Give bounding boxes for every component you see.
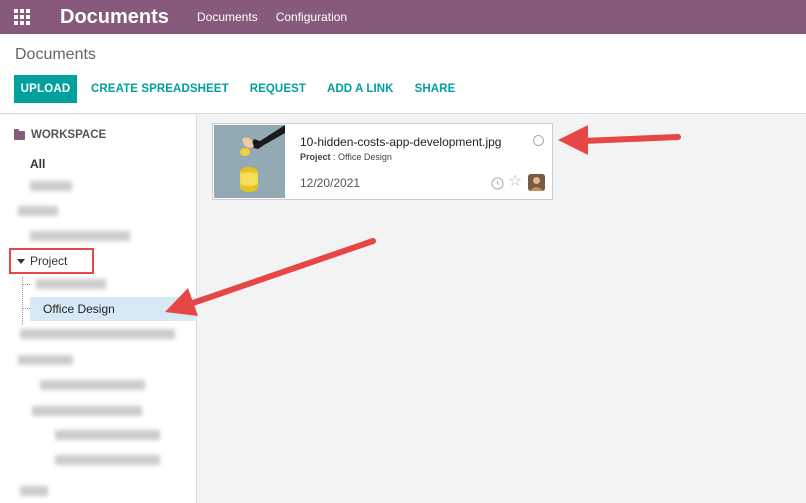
document-name[interactable]: 10-hidden-costs-app-development.jpg [300,135,501,149]
action-buttons: UPLOAD CREATE SPREADSHEET REQUEST ADD A … [14,75,464,103]
menu-documents[interactable]: Documents [197,10,258,24]
top-navbar: Documents Documents Configuration [0,0,806,34]
share-button[interactable]: SHARE [415,75,456,103]
sidebar-item-all[interactable]: All [30,157,45,171]
apps-menu-icon[interactable] [0,0,44,34]
blurred-item [20,486,48,496]
app-title: Documents [60,5,169,28]
arrow-to-radio [558,125,681,155]
blurred-item [30,181,72,191]
blurred-item [55,455,160,465]
project-label: Project [30,254,68,268]
top-menu: Documents Configuration [197,10,365,24]
folder-value: Office Design [338,152,392,162]
document-folder: Project : Office Design [300,152,392,162]
tree-line [22,308,30,309]
caret-down-icon [17,258,25,264]
document-thumbnail[interactable] [214,125,285,198]
workspace-header-label: WORKSPACE [31,129,107,141]
control-panel: Documents UPLOAD CREATE SPREADSHEET REQU… [0,34,806,114]
blurred-item [40,380,145,390]
workspace-sidebar: WORKSPACE All Project Office Design [0,115,197,503]
breadcrumb: Documents [15,46,96,63]
menu-configuration[interactable]: Configuration [276,10,347,24]
tree-line [22,284,30,285]
blurred-item [18,355,73,365]
workspace-header: WORKSPACE [14,128,107,141]
create-spreadsheet-button[interactable]: CREATE SPREADSHEET [91,75,229,103]
blurred-item [30,231,130,241]
folder-icon [14,128,25,140]
sidebar-item-office-design[interactable]: Office Design [30,297,197,321]
blurred-item [20,329,175,339]
blurred-item [36,279,106,289]
blurred-item [32,406,142,416]
request-button[interactable]: REQUEST [250,75,306,103]
add-link-button[interactable]: ADD A LINK [327,75,394,103]
blurred-item [55,430,160,440]
sidebar-item-project[interactable]: Project [9,248,94,274]
document-card[interactable]: 10-hidden-costs-app-development.jpg Proj… [212,123,553,200]
document-date: 12/20/2021 [300,176,361,190]
blurred-item [18,206,58,216]
star-icon[interactable]: ☆ [508,174,522,190]
select-checkbox[interactable] [533,135,544,146]
clock-icon[interactable] [491,177,504,190]
upload-button[interactable]: UPLOAD [14,75,77,103]
folder-label: Project [300,152,331,162]
avatar[interactable] [528,174,545,191]
